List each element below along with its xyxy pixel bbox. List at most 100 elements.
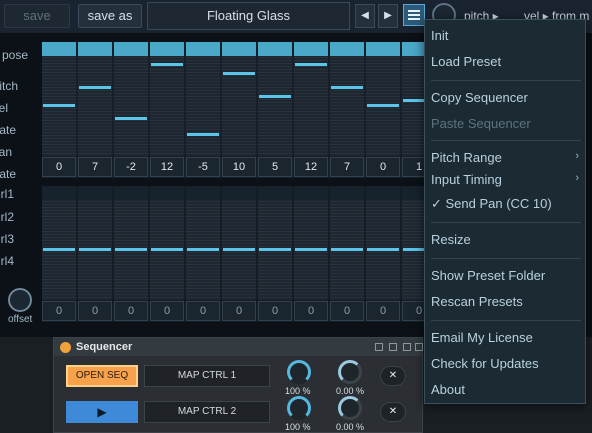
menu-item-paste-sequencer[interactable]: Paste Sequencer [431,116,531,131]
step-header[interactable] [114,186,148,200]
step-value-cell[interactable]: 0 [186,301,220,321]
step-header[interactable] [114,42,148,56]
menu-item-resize[interactable]: Resize [431,232,471,247]
step-column[interactable] [114,42,148,156]
step-value-cell[interactable]: 10 [222,157,256,177]
lane-label[interactable]: an [0,145,12,159]
step-value-cell[interactable]: 12 [150,157,184,177]
step-header[interactable] [222,186,256,200]
offset-knob[interactable] [8,288,32,312]
step-header[interactable] [78,42,112,56]
step-value-marker[interactable] [331,248,363,251]
step-value-cell[interactable]: 0 [294,301,328,321]
step-value-marker[interactable] [295,62,327,66]
step-header[interactable] [78,186,112,200]
dial-3[interactable] [287,396,311,420]
step-value-cell[interactable]: 0 [42,157,76,177]
menu-item-load-preset[interactable]: Load Preset [431,54,501,69]
step-column[interactable] [258,186,292,300]
step-header[interactable] [294,186,328,200]
next-preset-button[interactable]: ▶ [378,4,398,28]
lane-label[interactable]: ate [0,123,16,137]
menu-item-about[interactable]: About [431,382,465,397]
lane-label[interactable]: el [0,101,8,115]
step-value-cell[interactable]: 0 [366,301,400,321]
menu-item-send-pan[interactable]: ✓ Send Pan (CC 10) [431,196,552,212]
prev-preset-button[interactable]: ◀ [355,4,375,28]
step-header[interactable] [150,42,184,56]
step-column[interactable] [294,186,328,300]
step-value-marker[interactable] [187,133,219,137]
step-value-marker[interactable] [295,248,327,251]
step-value-cell[interactable]: 0 [330,301,364,321]
step-column[interactable] [186,42,220,156]
step-value-cell[interactable]: 0 [78,301,112,321]
menu-item-show-preset-folder[interactable]: Show Preset Folder [431,268,545,283]
step-header[interactable] [330,42,364,56]
step-header[interactable] [150,186,184,200]
lane-label[interactable]: rl2 [1,210,14,224]
lane-label[interactable]: ate [0,167,16,181]
lane-label[interactable]: pose [2,48,28,62]
step-column[interactable] [222,186,256,300]
dial-2[interactable] [338,360,362,384]
device-header-icon[interactable] [389,343,397,351]
step-value-cell[interactable]: -2 [114,157,148,177]
device-header-icon[interactable] [403,343,411,351]
step-value-marker[interactable] [223,248,255,251]
step-value-marker[interactable] [223,71,255,75]
step-value-marker[interactable] [259,94,291,98]
step-value-marker[interactable] [367,248,399,251]
step-header[interactable] [366,186,400,200]
map-ctrl-1-button[interactable]: MAP CTRL 1 [144,365,270,387]
step-column[interactable] [366,186,400,300]
step-value-marker[interactable] [151,62,183,66]
step-value-cell[interactable]: 7 [330,157,364,177]
step-header[interactable] [186,42,220,56]
step-column[interactable] [330,42,364,156]
menu-item-pitch-range[interactable]: Pitch Range [431,150,502,165]
step-column[interactable] [42,186,76,300]
close-button-1[interactable]: ✕ [380,366,406,386]
step-value-cell[interactable]: -5 [186,157,220,177]
step-column[interactable] [366,42,400,156]
step-column[interactable] [78,42,112,156]
step-value-cell[interactable]: 0 [258,301,292,321]
step-column[interactable] [294,42,328,156]
step-value-marker[interactable] [79,85,111,89]
step-column[interactable] [150,186,184,300]
map-ctrl-2-button[interactable]: MAP CTRL 2 [144,401,270,423]
lane-label[interactable]: itch [0,79,18,93]
step-header[interactable] [186,186,220,200]
step-column[interactable] [78,186,112,300]
dial-4[interactable] [338,396,362,420]
device-power-icon[interactable] [60,342,71,353]
pitch-step-grid[interactable]: 0 7 -2 12 -5 10 5 12 7 0 1 [42,42,462,178]
lane-label[interactable]: rl3 [1,232,14,246]
step-value-cell[interactable]: 0 [114,301,148,321]
menu-item-copy-sequencer[interactable]: Copy Sequencer [431,90,528,105]
menu-item-email-license[interactable]: Email My License [431,330,533,345]
step-header[interactable] [222,42,256,56]
step-value-marker[interactable] [331,85,363,89]
device-header-icon[interactable] [415,343,423,351]
menu-item-input-timing[interactable]: Input Timing [431,172,502,187]
close-button-2[interactable]: ✕ [380,402,406,422]
ctrl-step-grid[interactable]: 00000000000 [42,186,462,322]
step-header[interactable] [258,42,292,56]
save-button[interactable]: save [4,4,70,28]
device-header-icon[interactable] [375,343,383,351]
step-value-marker[interactable] [79,248,111,251]
save-as-button[interactable]: save as [78,4,142,28]
open-seq-button[interactable]: OPEN SEQ [66,365,138,387]
step-header[interactable] [42,186,76,200]
step-column[interactable] [150,42,184,156]
dial-1[interactable] [287,360,311,384]
menu-item-check-updates[interactable]: Check for Updates [431,356,539,371]
step-column[interactable] [330,186,364,300]
step-value-marker[interactable] [115,116,147,120]
step-column[interactable] [186,186,220,300]
step-value-marker[interactable] [187,248,219,251]
step-value-cell[interactable]: 0 [150,301,184,321]
step-value-cell[interactable]: 0 [42,301,76,321]
